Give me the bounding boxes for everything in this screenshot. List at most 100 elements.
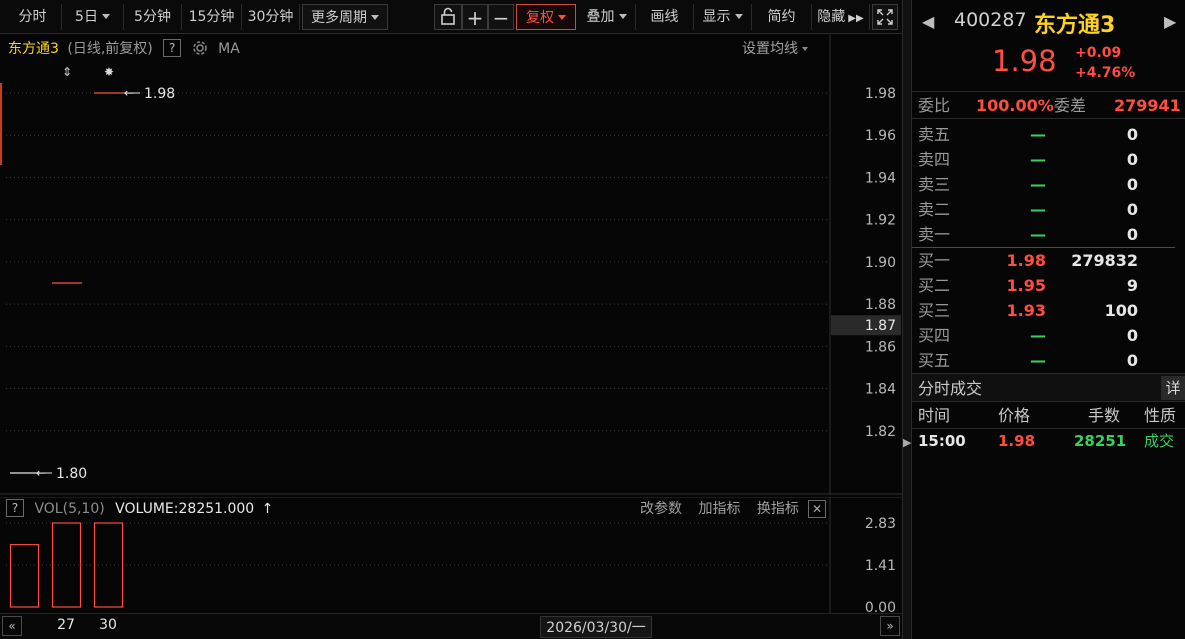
stock-name: 东方通3 (1034, 13, 1116, 38)
next-stock-icon[interactable]: ▶ (1164, 12, 1176, 31)
scroll-left-button[interactable]: « (2, 616, 22, 636)
period-tab-5min[interactable]: 5分钟 (124, 4, 182, 30)
panel-divider[interactable] (902, 0, 912, 639)
lock-button[interactable] (434, 4, 462, 30)
chevron-down-icon (558, 15, 566, 20)
display-label: 显示 (702, 9, 731, 25)
volume-tick-label: 2.83 (865, 516, 896, 532)
quote-panel: ◀ 400287 东方通3 ▶ 1.98 +0.09 +4.76% 委比 100… (912, 0, 1185, 639)
order-label: 卖四 (918, 150, 951, 169)
fuquan-label: 复权 (526, 10, 554, 26)
gear-icon[interactable] (192, 40, 208, 56)
x-axis-label: 30 (99, 617, 117, 633)
order-price: — (1030, 351, 1046, 370)
order-row[interactable]: 买一 1.98 279832 (912, 248, 1185, 273)
fuquan-dropdown[interactable]: 复权 (516, 4, 576, 30)
order-row[interactable]: 买五 — 0 (912, 348, 1185, 373)
x-axis-label: 27 (57, 617, 75, 633)
chevron-down-icon (734, 14, 743, 19)
period-tab-5day[interactable]: 5日 (62, 4, 124, 30)
scroll-right-button[interactable]: » (880, 616, 900, 636)
ma-settings-dropdown[interactable]: 设置均线 (742, 38, 808, 60)
prev-stock-icon[interactable]: ◀ (922, 12, 934, 31)
add-indicator-button[interactable]: 加指标 (698, 501, 740, 517)
simple-mode-button[interactable]: 简约 (752, 4, 812, 30)
order-volume: 0 (1126, 175, 1138, 194)
trade-type: 成交 (1144, 432, 1175, 450)
order-price: — (1030, 125, 1046, 144)
price-tick-label: 1.84 (865, 382, 896, 398)
order-price: — (1030, 200, 1046, 219)
diff-value: 279941 (1114, 96, 1181, 115)
sell-orders: 卖五 — 0 卖四 — 0 卖三 — 0 卖二 — 0 卖一 — 0 (912, 122, 1185, 247)
volume-value: VOLUME:28251.000 (115, 501, 255, 517)
trade-price: 1.98 (998, 432, 1036, 450)
hide-button[interactable]: 隐藏 ▶▶ (812, 4, 870, 30)
order-price: 1.98 (1006, 251, 1046, 270)
chart-background (0, 35, 902, 495)
close-icon[interactable]: ✕ (808, 500, 826, 518)
chevron-down-icon (101, 14, 110, 19)
overlay-dropdown[interactable]: 叠加 (578, 4, 636, 30)
help-icon[interactable]: ? (163, 39, 182, 57)
trades-section-header: 分时成交 详 (912, 373, 1185, 402)
order-label: 卖一 (918, 225, 951, 244)
zoom-in-button[interactable]: + (462, 4, 488, 30)
order-label: 买五 (918, 351, 951, 370)
order-price: — (1030, 225, 1046, 244)
order-row[interactable]: 卖五 — 0 (912, 122, 1185, 147)
order-row[interactable]: 买二 1.95 9 (912, 273, 1185, 298)
chevron-right-icon[interactable]: ▶ (903, 436, 911, 450)
order-volume: 279832 (1071, 251, 1138, 270)
price-tick-label: 1.86 (865, 339, 896, 355)
order-label: 买一 (918, 251, 951, 270)
table-row[interactable]: 15:00 1.98 28251 成交 (912, 429, 1185, 453)
order-price: — (1030, 326, 1046, 345)
order-volume: 100 (1104, 301, 1138, 320)
help-icon[interactable]: ? (6, 499, 24, 517)
min-price-label: 1.80 (56, 466, 87, 482)
ma-indicator-label[interactable]: MA (218, 41, 240, 57)
current-price-label: 1.87 (865, 318, 896, 334)
ratio-label: 委比 (918, 96, 951, 115)
diff-label: 委差 (1054, 96, 1087, 115)
order-row[interactable]: 卖三 — 0 (912, 172, 1185, 197)
order-row[interactable]: 买四 — 0 (912, 323, 1185, 348)
max-price-arrow: ← (124, 86, 134, 100)
trades-detail-button[interactable]: 详 (1161, 376, 1185, 400)
fullscreen-button[interactable] (872, 4, 898, 30)
order-label: 买四 (918, 326, 951, 345)
quote-header: ◀ 400287 东方通3 ▶ 1.98 +0.09 +4.76% (912, 0, 1185, 92)
change-indicator-button[interactable]: 换指标 (757, 501, 799, 517)
order-volume: 0 (1126, 326, 1138, 345)
more-periods-dropdown[interactable]: 更多周期 (302, 4, 388, 30)
order-row[interactable]: 卖二 — 0 (912, 197, 1185, 222)
volume-indicator-name[interactable]: VOL(5,10) (34, 501, 104, 517)
order-ratio-row: 委比 100.00% 委差 279941 (912, 93, 1185, 119)
price-change: +0.09 (1075, 45, 1122, 61)
order-volume: 9 (1126, 276, 1138, 295)
order-volume: 0 (1126, 351, 1138, 370)
order-price: — (1030, 150, 1046, 169)
price-tick-label: 1.94 (865, 170, 896, 186)
price-change-percent: +4.76% (1075, 65, 1136, 81)
period-tab-intraday[interactable]: 分时 (4, 4, 62, 30)
zoom-out-button[interactable]: − (488, 4, 514, 30)
order-volume: 0 (1126, 225, 1138, 244)
draw-line-button[interactable]: 画线 (636, 4, 694, 30)
trade-time: 15:00 (918, 432, 966, 450)
order-price: — (1030, 175, 1046, 194)
order-row[interactable]: 卖一 — 0 (912, 222, 1185, 247)
order-row[interactable]: 买三 1.93 100 (912, 298, 1185, 323)
order-label: 卖三 (918, 175, 951, 194)
display-dropdown[interactable]: 显示 (694, 4, 752, 30)
period-tab-15min[interactable]: 15分钟 (182, 4, 242, 30)
price-chart[interactable]: 1.98 1.96 1.94 1.92 1.90 1.88 1.86 1.84 1.82 1.87… (0, 35, 902, 495)
chevron-down-icon (618, 14, 627, 19)
toolbar: 分时 5日 5分钟 15分钟 30分钟 更多周期 + − 复权 叠加 画线 显示… (0, 0, 902, 34)
price-tick-label: 1.96 (865, 128, 896, 144)
period-tab-30min[interactable]: 30分钟 (242, 4, 300, 30)
modify-params-button[interactable]: 改参数 (640, 501, 682, 517)
order-row[interactable]: 卖四 — 0 (912, 147, 1185, 172)
overlay-label: 叠加 (586, 9, 615, 25)
